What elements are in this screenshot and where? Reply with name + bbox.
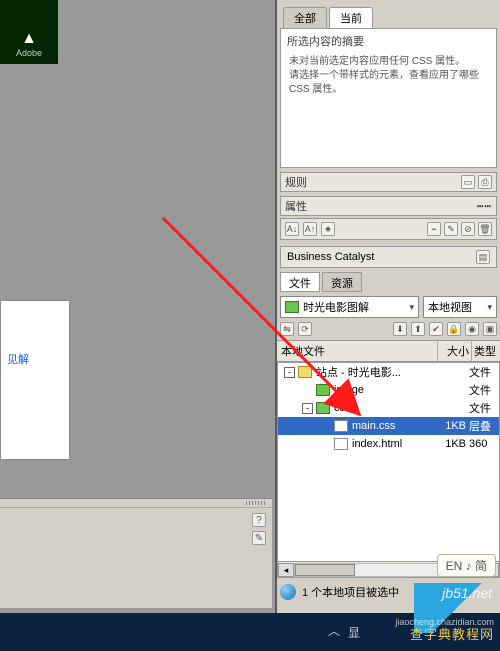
site-combo[interactable]: 时光电影图解 ▾: [280, 296, 419, 318]
chevron-down-icon: ▾: [409, 302, 414, 313]
business-catalyst-panel[interactable]: Business Catalyst ▤: [280, 246, 497, 268]
file-size: 1KB: [435, 420, 469, 432]
tab-all[interactable]: 全部: [283, 7, 327, 28]
file-type: 层叠: [469, 418, 499, 434]
files-toolbar: ⇋ ⟳ ⬇ ⬆ ✔ 🔒 ◉ ▣: [280, 322, 497, 336]
tree-row[interactable]: main.css1KB层叠: [278, 417, 499, 435]
tree-row[interactable]: - 站点 - 时光电影... 文件: [278, 363, 499, 381]
watermark-site: jb51.net: [442, 585, 492, 601]
rules-bar: 规则 ▭ ⎙: [280, 172, 497, 192]
file-type: 文件: [469, 382, 499, 398]
tree-row[interactable]: index.html1KB360: [278, 435, 499, 453]
chevron-down-icon: ▾: [487, 302, 492, 313]
panel-menu-icon[interactable]: ▤: [476, 250, 490, 264]
file-size: 1KB: [435, 438, 469, 450]
css-summary-body: 未对当前选定内容应用任何 CSS 属性。 请选择一个带样式的元素，查看应用了哪些…: [281, 53, 496, 99]
expand-toggle[interactable]: -: [284, 367, 295, 378]
site-combo-label: 时光电影图解: [303, 299, 369, 315]
files-tabstrip: 文件 资源: [280, 272, 497, 292]
link-icon[interactable]: ⎙: [478, 175, 492, 189]
expand-icon[interactable]: ▣: [483, 322, 497, 336]
file-type: 360: [469, 438, 499, 450]
view-combo[interactable]: 本地视图 ▾: [423, 296, 497, 318]
expand-toggle[interactable]: -: [302, 403, 313, 414]
adobe-label: Adobe: [16, 48, 42, 58]
folderY-icon: [298, 366, 312, 378]
category-icon[interactable]: ★: [321, 222, 335, 236]
ime-language-pill[interactable]: EN ♪ 简: [437, 554, 496, 577]
get-icon[interactable]: ⬇: [393, 322, 407, 336]
file-icon: [334, 420, 348, 432]
sort-za-icon[interactable]: A↑: [303, 222, 317, 236]
css-tabstrip: 全部 当前: [277, 0, 500, 28]
disable-icon[interactable]: ⊘: [461, 222, 475, 236]
pencil-icon[interactable]: ✎: [252, 531, 266, 545]
properties-header: 属性 ┅┅: [280, 196, 497, 216]
put-icon[interactable]: ⬆: [411, 322, 425, 336]
file-name: 站点 - 时光电影...: [316, 364, 435, 380]
trash-icon[interactable]: 🗑: [478, 222, 492, 236]
refresh-icon[interactable]: ⟳: [298, 322, 312, 336]
sort-az-icon[interactable]: A↓: [285, 222, 299, 236]
file-type: 文件: [469, 400, 499, 416]
watermark-text: 查字典教程网: [410, 624, 494, 643]
status-text: 1 个本地项目被选中: [302, 584, 399, 600]
files-column-header: 本地文件 大小 类型: [277, 340, 500, 362]
scroll-thumb[interactable]: [295, 564, 355, 576]
connect-icon[interactable]: ⇋: [280, 322, 294, 336]
checkin-icon[interactable]: 🔒: [447, 322, 461, 336]
left-panel: 见解: [0, 300, 70, 460]
insight-link[interactable]: 见解: [7, 351, 63, 367]
panel-grip-icon[interactable]: ┅┅: [477, 200, 492, 213]
tray-label: 显: [348, 624, 360, 641]
sync-icon[interactable]: ◉: [465, 322, 479, 336]
col-size[interactable]: 大小: [438, 341, 472, 361]
rules-label: 规则: [285, 174, 307, 190]
globe-icon: [280, 584, 296, 600]
col-type[interactable]: 类型: [472, 341, 500, 361]
adobe-logo-icon: ▲: [21, 30, 37, 48]
file-name: css: [334, 402, 435, 414]
folder-icon: [316, 384, 330, 396]
css-summary-panel: 所选内容的摘要 未对当前选定内容应用任何 CSS 属性。 请选择一个带样式的元素…: [280, 28, 497, 168]
folder-icon: [316, 402, 330, 414]
tab-current[interactable]: 当前: [329, 7, 373, 28]
file-type: 文件: [469, 364, 499, 380]
tray-chevron-icon[interactable]: ︿: [328, 622, 340, 639]
file-tree[interactable]: -站点 - 时光电影...文件image文件-css文件main.css1KB层…: [277, 362, 500, 562]
adobe-splash: ▲ Adobe: [0, 0, 58, 64]
css-summary-title: 所选内容的摘要: [281, 29, 496, 53]
checkout-icon[interactable]: ✔: [429, 322, 443, 336]
new-rule-icon[interactable]: ✎: [444, 222, 458, 236]
file-name: image: [334, 384, 435, 396]
file-icon: [334, 438, 348, 450]
folder-icon: [285, 301, 299, 313]
file-name: main.css: [352, 420, 435, 432]
tab-files[interactable]: 文件: [280, 272, 320, 292]
business-catalyst-title: Business Catalyst: [287, 251, 374, 263]
properties-toolbar: A↓ A↑ ★ ⌁ ✎ ⊘ 🗑: [280, 218, 497, 240]
tree-row[interactable]: - css 文件: [278, 399, 499, 417]
scroll-left-button[interactable]: ◂: [278, 563, 294, 577]
tab-assets[interactable]: 资源: [322, 272, 362, 292]
panel-grip[interactable]: [0, 499, 272, 508]
tree-row[interactable]: image 文件: [278, 381, 499, 399]
col-name[interactable]: 本地文件: [277, 341, 438, 361]
cascade-icon[interactable]: ▭: [461, 175, 475, 189]
view-combo-label: 本地视图: [428, 299, 472, 315]
file-name: index.html: [352, 438, 435, 450]
attach-icon[interactable]: ⌁: [427, 222, 441, 236]
properties-label: 属性: [285, 198, 307, 214]
bottom-panel: ? ✎: [0, 498, 272, 608]
help-icon[interactable]: ?: [252, 513, 266, 527]
